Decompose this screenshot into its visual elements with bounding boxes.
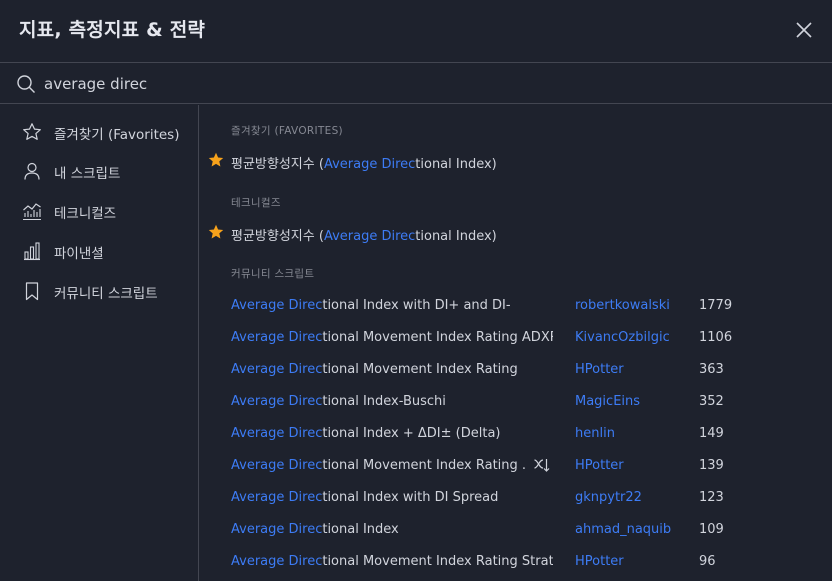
script-author-link[interactable]: gknpytr22 [575,490,642,505]
star-outline-icon [23,123,41,140]
section-heading-favorites: 즐겨찾기 (FAVORITES) [231,125,343,137]
section-heading-community: 커뮤니티 스크립트 [231,268,315,280]
community-script-row[interactable]: Average Directional Movement Index Ratin… [200,321,832,353]
search-input[interactable] [44,70,804,98]
community-script-row[interactable]: Average Directional Index with DI Spread… [200,481,832,513]
script-likes-count: 149 [699,426,724,441]
category-sidebar: 즐겨찾기 (Favorites) 내 스크립트 테크니컬즈 파이낸셜 커뮤니티 … [0,105,199,581]
script-name: Average Directional Movement Index Ratin… [231,458,526,473]
script-author-link[interactable]: henlin [575,426,615,441]
script-likes-count: 139 [699,458,724,473]
sidebar-item-community-scripts[interactable]: 커뮤니티 스크립트 [0,273,198,309]
sidebar-item-label: 테크니컬즈 [54,206,117,222]
script-likes-count: 96 [699,554,716,569]
technical-item[interactable]: 평균방향성지수 (Average Directional Index) [200,218,832,250]
community-script-row[interactable]: Average Directional Movement Index Ratin… [200,545,832,577]
script-name: Average Directional Index with DI+ and D… [231,298,511,313]
script-author-link[interactable]: HPotter [575,458,624,473]
sidebar-item-financials[interactable]: 파이낸셜 [0,233,198,269]
indicator-name: 평균방향성지수 (Average Directional Index) [231,229,497,244]
bar-chart-icon [24,242,40,261]
sidebar-item-favorites[interactable]: 즐겨찾기 (Favorites) [0,114,198,150]
script-author-link[interactable]: ahmad_naquib [575,522,671,537]
community-script-row[interactable]: Average Directional Index with DI+ and D… [200,289,832,321]
script-author-link[interactable]: MagicEins [575,394,640,409]
community-script-row[interactable]: Average Directional Movement Index Ratin… [200,353,832,385]
indicator-name: 평균방향성지수 (Average Directional Index) [231,157,497,172]
close-icon[interactable] [792,18,816,42]
script-likes-count: 109 [699,522,724,537]
script-name: Average Directional Index + ΔDI± (Delta) [231,426,501,441]
script-name: Average Directional Movement Index Ratin… [231,362,518,377]
script-name: Average Directional Movement Index Ratin… [231,330,553,345]
sidebar-item-label: 커뮤니티 스크립트 [54,286,158,302]
strategy-icon [534,459,550,472]
sidebar-item-label: 내 스크립트 [54,166,121,182]
script-likes-count: 123 [699,490,724,505]
chart-icon [23,203,41,221]
community-script-row[interactable]: Average Directional Index ahmad_naquib 1… [200,513,832,545]
sidebar-item-label: 즐겨찾기 (Favorites) [54,127,180,143]
dialog-header: 지표, 측정지표 & 전략 [0,0,832,63]
script-name: Average Directional Movement Index Ratin… [231,554,553,569]
script-likes-count: 363 [699,362,724,377]
sidebar-item-my-scripts[interactable]: 내 스크립트 [0,153,198,189]
search-bar [0,64,832,104]
community-script-row[interactable]: Average Directional Movement Index Ratin… [200,449,832,481]
sidebar-item-label: 파이낸셜 [54,246,104,262]
script-author-link[interactable]: HPotter [575,554,624,569]
community-script-row[interactable]: Average Directional Index + ΔDI± (Delta)… [200,417,832,449]
star-filled-icon[interactable] [208,224,224,240]
dialog-title: 지표, 측정지표 & 전략 [19,19,206,41]
sidebar-item-technicals[interactable]: 테크니컬즈 [0,193,198,229]
star-filled-icon[interactable] [208,152,224,168]
script-likes-count: 352 [699,394,724,409]
script-author-link[interactable]: HPotter [575,362,624,377]
close-button[interactable] [792,18,816,42]
section-heading-technicals: 테크니컬즈 [231,197,281,209]
search-icon [17,75,35,93]
user-icon [24,162,40,180]
script-author-link[interactable]: robertkowalski [575,298,670,313]
bookmark-icon [25,282,39,301]
script-likes-count: 1106 [699,330,733,345]
script-likes-count: 1779 [699,298,733,313]
script-name: Average Directional Index with DI Spread [231,490,499,505]
community-script-row[interactable]: Average Directional Index-Buschi MagicEi… [200,385,832,417]
script-name: Average Directional Index-Buschi [231,394,446,409]
favorite-item[interactable]: 평균방향성지수 (Average Directional Index) [200,146,832,178]
script-author-link[interactable]: KivancOzbilgic [575,330,670,345]
script-name: Average Directional Index [231,522,399,537]
